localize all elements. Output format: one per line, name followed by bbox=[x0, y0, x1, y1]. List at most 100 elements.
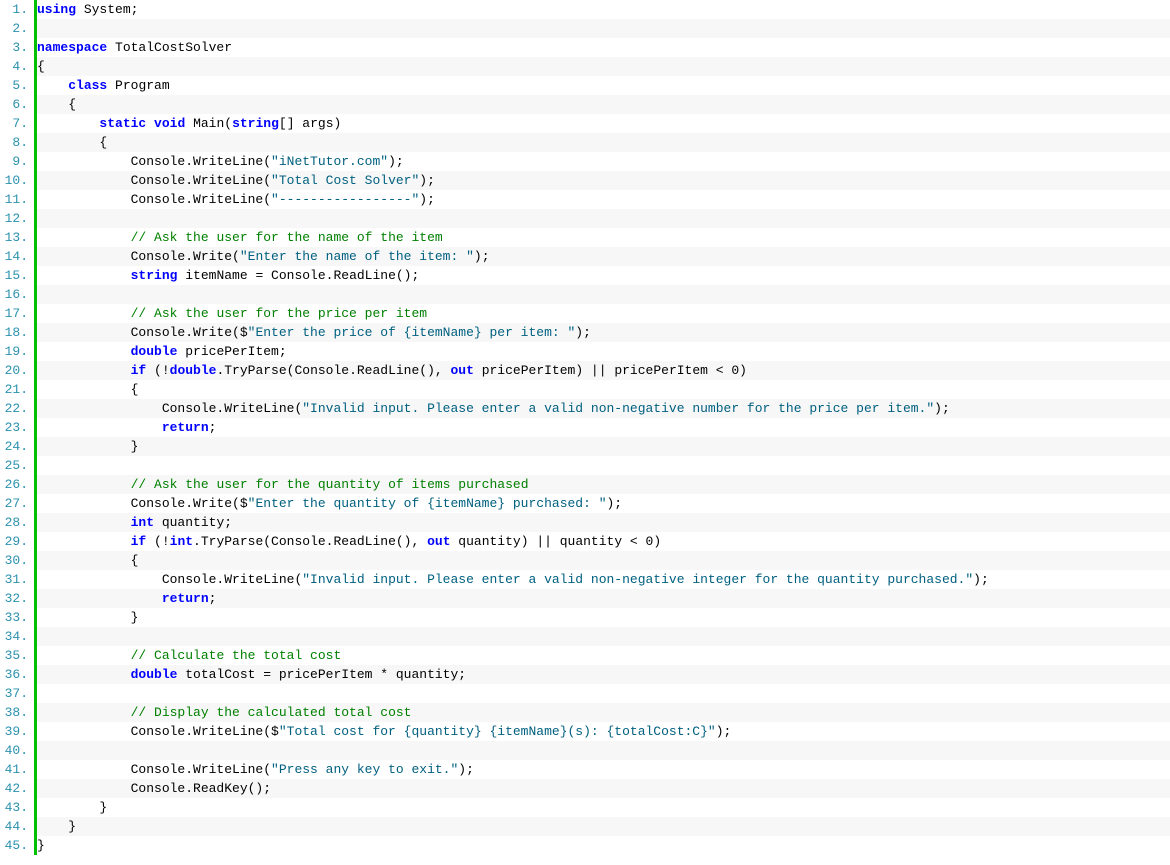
code-token: // Ask the user for the price per item bbox=[131, 306, 427, 321]
code-token: Console.Write( bbox=[37, 249, 240, 264]
code-token: } bbox=[37, 610, 138, 625]
code-line: Console.Write($"Enter the price of {item… bbox=[37, 323, 1170, 342]
code-token bbox=[146, 116, 154, 131]
code-token: "Enter the price of {itemName} per item:… bbox=[248, 325, 576, 340]
code-token: if bbox=[131, 534, 147, 549]
code-token: // Calculate the total cost bbox=[131, 648, 342, 663]
code-token bbox=[37, 268, 131, 283]
line-number: 15. bbox=[0, 266, 28, 285]
line-number: 40. bbox=[0, 741, 28, 760]
code-token: ); bbox=[934, 401, 950, 416]
line-number: 32. bbox=[0, 589, 28, 608]
code-token: Console.WriteLine( bbox=[37, 401, 302, 416]
code-token: "Invalid input. Please enter a valid non… bbox=[302, 401, 934, 416]
line-number: 20. bbox=[0, 361, 28, 380]
code-token: Console.ReadKey(); bbox=[37, 781, 271, 796]
line-number: 21. bbox=[0, 380, 28, 399]
code-token: // Ask the user for the quantity of item… bbox=[131, 477, 529, 492]
code-line: // Ask the user for the quantity of item… bbox=[37, 475, 1170, 494]
line-number: 24. bbox=[0, 437, 28, 456]
code-token: out bbox=[451, 363, 474, 378]
code-token: Console.Write($ bbox=[37, 496, 248, 511]
code-line: Console.Write("Enter the name of the ite… bbox=[37, 247, 1170, 266]
code-token: ); bbox=[474, 249, 490, 264]
code-token bbox=[37, 116, 99, 131]
line-number: 1. bbox=[0, 0, 28, 19]
code-token: double bbox=[131, 667, 178, 682]
code-token: } bbox=[37, 800, 107, 815]
code-token: "-----------------" bbox=[271, 192, 419, 207]
code-token: [] args) bbox=[279, 116, 341, 131]
code-token: using bbox=[37, 2, 76, 17]
code-token: string bbox=[131, 268, 178, 283]
code-token: double bbox=[131, 344, 178, 359]
line-number: 17. bbox=[0, 304, 28, 323]
code-token: "Invalid input. Please enter a valid non… bbox=[302, 572, 973, 587]
code-line: } bbox=[37, 836, 1170, 855]
code-token: { bbox=[37, 97, 76, 112]
line-number: 8. bbox=[0, 133, 28, 152]
code-line: { bbox=[37, 380, 1170, 399]
code-line: Console.Write($"Enter the quantity of {i… bbox=[37, 494, 1170, 513]
code-token: ); bbox=[419, 192, 435, 207]
line-number: 13. bbox=[0, 228, 28, 247]
code-line: double pricePerItem; bbox=[37, 342, 1170, 361]
line-number: 41. bbox=[0, 760, 28, 779]
code-token: } bbox=[37, 439, 138, 454]
code-line: } bbox=[37, 608, 1170, 627]
code-token: "iNetTutor.com" bbox=[271, 154, 388, 169]
line-number: 11. bbox=[0, 190, 28, 209]
code-token: itemName = Console.ReadLine(); bbox=[177, 268, 419, 283]
code-line: } bbox=[37, 798, 1170, 817]
code-token: static bbox=[99, 116, 146, 131]
code-line: double totalCost = pricePerItem * quanti… bbox=[37, 665, 1170, 684]
code-line: { bbox=[37, 57, 1170, 76]
line-number: 33. bbox=[0, 608, 28, 627]
code-token: "Enter the quantity of {itemName} purcha… bbox=[248, 496, 607, 511]
code-token: ); bbox=[458, 762, 474, 777]
line-number: 29. bbox=[0, 532, 28, 551]
code-token: Console.WriteLine( bbox=[37, 572, 302, 587]
line-number: 23. bbox=[0, 418, 28, 437]
line-number: 43. bbox=[0, 798, 28, 817]
code-line: static void Main(string[] args) bbox=[37, 114, 1170, 133]
code-token bbox=[37, 534, 131, 549]
line-number: 19. bbox=[0, 342, 28, 361]
line-number: 30. bbox=[0, 551, 28, 570]
line-number: 36. bbox=[0, 665, 28, 684]
code-token: string bbox=[232, 116, 279, 131]
code-token bbox=[37, 591, 162, 606]
code-token: int bbox=[131, 515, 154, 530]
code-token: int bbox=[170, 534, 193, 549]
code-token: // Display the calculated total cost bbox=[131, 705, 412, 720]
code-token: Console.WriteLine( bbox=[37, 154, 271, 169]
code-line: return; bbox=[37, 589, 1170, 608]
code-token bbox=[37, 344, 131, 359]
code-token: TotalCostSolver bbox=[107, 40, 232, 55]
code-token bbox=[37, 705, 131, 720]
code-token: out bbox=[427, 534, 450, 549]
code-token: return bbox=[162, 420, 209, 435]
code-line: namespace TotalCostSolver bbox=[37, 38, 1170, 57]
code-token bbox=[37, 477, 131, 492]
code-token: Console.WriteLine($ bbox=[37, 724, 279, 739]
code-line: // Ask the user for the name of the item bbox=[37, 228, 1170, 247]
code-token: pricePerItem; bbox=[177, 344, 286, 359]
code-token: ); bbox=[388, 154, 404, 169]
code-line: Console.WriteLine("iNetTutor.com"); bbox=[37, 152, 1170, 171]
code-token bbox=[37, 648, 131, 663]
line-number: 42. bbox=[0, 779, 28, 798]
code-line bbox=[37, 456, 1170, 475]
code-token: System; bbox=[76, 2, 138, 17]
code-line: Console.WriteLine("Invalid input. Please… bbox=[37, 570, 1170, 589]
code-token: ); bbox=[607, 496, 623, 511]
line-number: 18. bbox=[0, 323, 28, 342]
line-number: 22. bbox=[0, 399, 28, 418]
line-number: 14. bbox=[0, 247, 28, 266]
code-line: Console.ReadKey(); bbox=[37, 779, 1170, 798]
line-number-gutter: 1.2.3.4.5.6.7.8.9.10.11.12.13.14.15.16.1… bbox=[0, 0, 34, 855]
code-line: // Ask the user for the price per item bbox=[37, 304, 1170, 323]
code-token: Program bbox=[107, 78, 169, 93]
code-token: "Press any key to exit." bbox=[271, 762, 458, 777]
code-token: { bbox=[37, 553, 138, 568]
